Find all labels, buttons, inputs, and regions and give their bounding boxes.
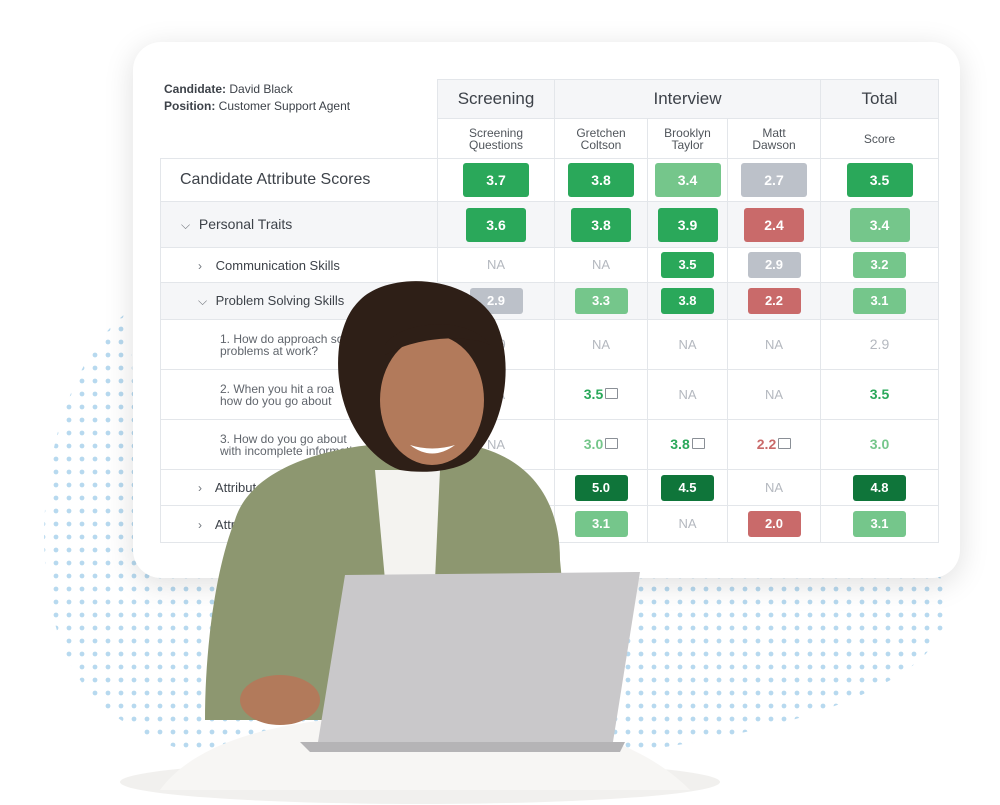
hero-image: Candidate: David Black Position: Custome…: [0, 0, 1000, 805]
person-with-laptop-photo: [120, 281, 720, 804]
